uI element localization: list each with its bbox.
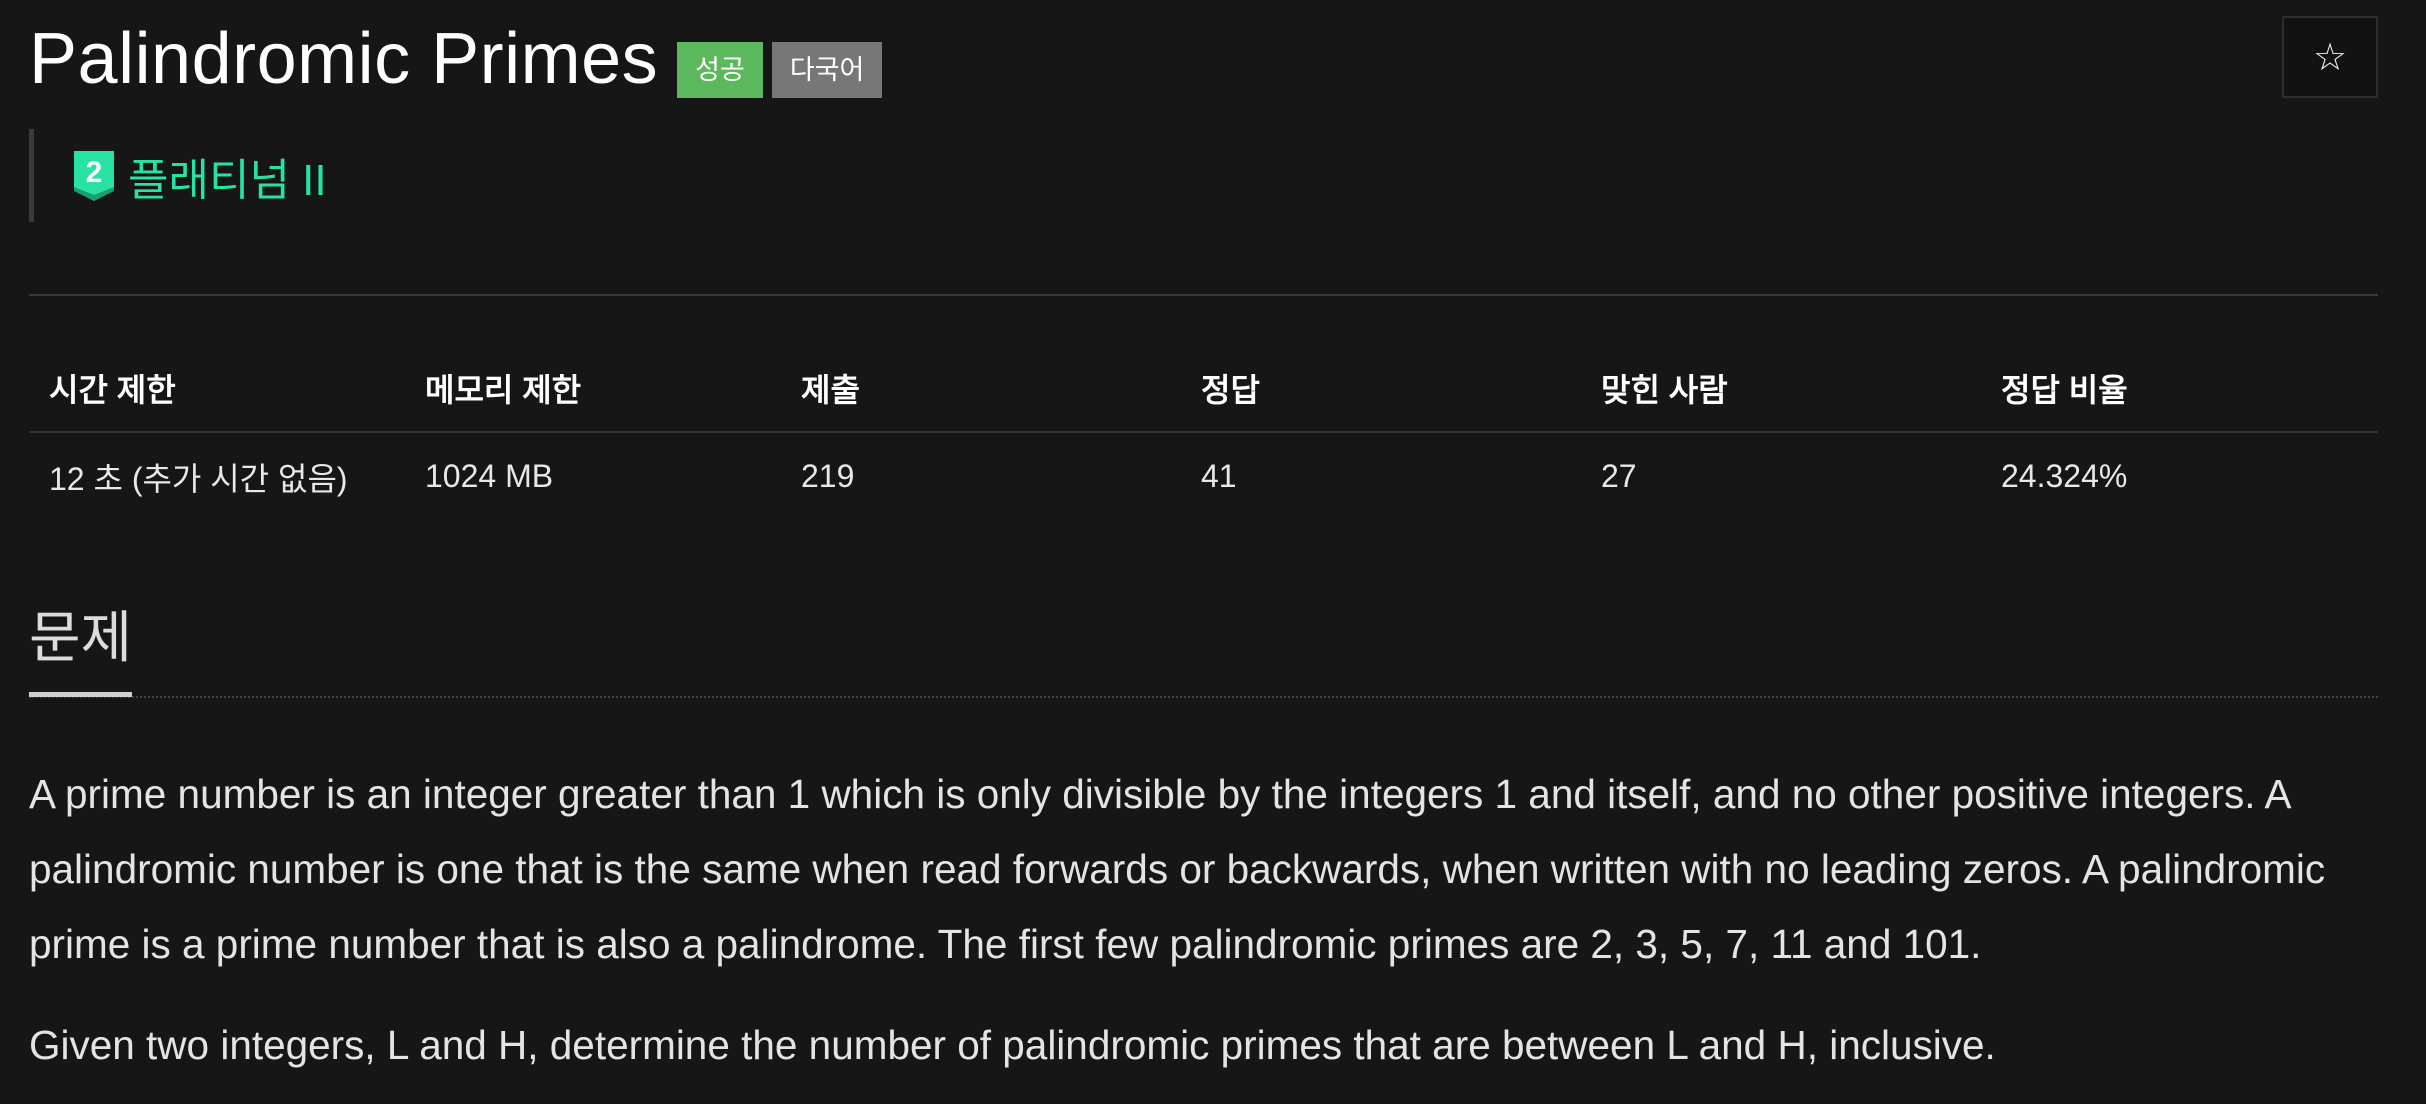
table-row: 12 초 (추가 시간 없음) 1024 MB 219 41 27 24.324… [29,433,2378,520]
time-limit-value: 12 초 (추가 시간 없음) [49,460,348,497]
multilang-badge[interactable]: 다국어 [771,42,883,98]
table-header-row: 시간 제한 메모리 제한 제출 정답 맞힌 사람 정답 비율 [29,345,2378,433]
header-solvers: 맞힌 사람 [1601,372,1728,408]
accepted-value[interactable]: 41 [1201,458,1601,495]
star-outline-icon: ☆ [2312,36,2348,79]
header-accepted: 정답 [1201,372,1260,408]
favorite-button[interactable]: ☆ [2282,16,2378,98]
platinum-tier-icon: 2 [74,150,114,201]
header-divider [29,294,2378,296]
header-time-limit: 시간 제한 [49,372,176,408]
problem-info-table: 시간 제한 메모리 제한 제출 정답 맞힌 사람 정답 비율 12 초 (추가 … [29,345,2378,520]
problem-section-header: 문제 [29,598,2378,698]
solvers-value[interactable]: 27 [1601,458,2001,495]
problem-paragraph: Given two integers, L and H, determine t… [29,1022,1996,1068]
tier-label[interactable]: 플래티넘 II [128,144,327,208]
memory-limit-value: 1024 MB [425,458,554,494]
problem-description: A prime number is an integer greater tha… [29,757,2378,1083]
section-title: 문제 [29,598,133,697]
header-memory-limit: 메모리 제한 [425,372,582,408]
tier-block: 2 플래티넘 II [29,129,327,222]
success-badge: 성공 [677,42,763,98]
page-title: Palindromic Primes [29,19,659,99]
submissions-value[interactable]: 219 [801,458,1201,495]
tier-digit: 2 [86,156,103,189]
problem-paragraph: A prime number is an integer greater tha… [29,771,2326,967]
header-submissions: 제출 [801,372,860,408]
title-row: Palindromic Primes 성공 다국어 [29,14,883,104]
header-accept-ratio: 정답 비율 [2001,372,2128,408]
accept-ratio-value: 24.324% [2001,458,2128,494]
